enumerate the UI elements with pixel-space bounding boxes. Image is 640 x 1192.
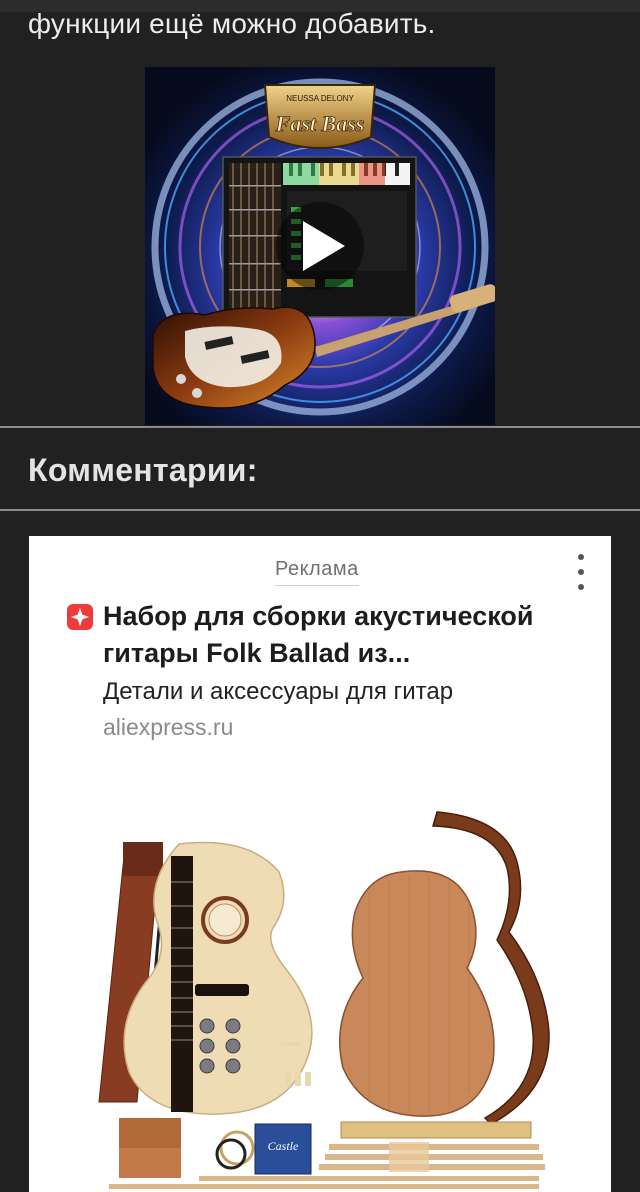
video-player[interactable]: NEUSSA DELONY Fast Bass — [145, 67, 495, 425]
product-title: Fast Bass — [275, 111, 365, 136]
ad-label: Реклама — [275, 558, 359, 586]
strings-box-label: Castle — [268, 1139, 299, 1153]
aliexpress-logo-icon — [67, 604, 93, 630]
product-image[interactable]: Castle — [29, 772, 611, 1192]
divider — [0, 509, 640, 511]
more-options-icon[interactable] — [573, 552, 589, 592]
ad-headline-line2: гитары Folk Ballad из... — [103, 638, 411, 668]
article-text: функции ещё можно добавить. — [28, 8, 436, 39]
ad-domain-link[interactable]: aliexpress.ru — [103, 714, 233, 741]
advertisement-card[interactable]: Реклама Набор для сборки акустической ги… — [29, 536, 611, 1192]
ad-description: Детали и аксессуары для гитар — [103, 678, 454, 705]
ad-headline-line1: Набор для сборки акустической — [103, 601, 534, 631]
ad-headline[interactable]: Набор для сборки акустической гитары Fol… — [103, 598, 593, 672]
divider — [0, 426, 640, 428]
product-brand: NEUSSA DELONY — [286, 94, 354, 103]
video-thumbnail: NEUSSA DELONY Fast Bass — [145, 67, 495, 425]
comments-heading: Комментарии: — [28, 452, 258, 488]
